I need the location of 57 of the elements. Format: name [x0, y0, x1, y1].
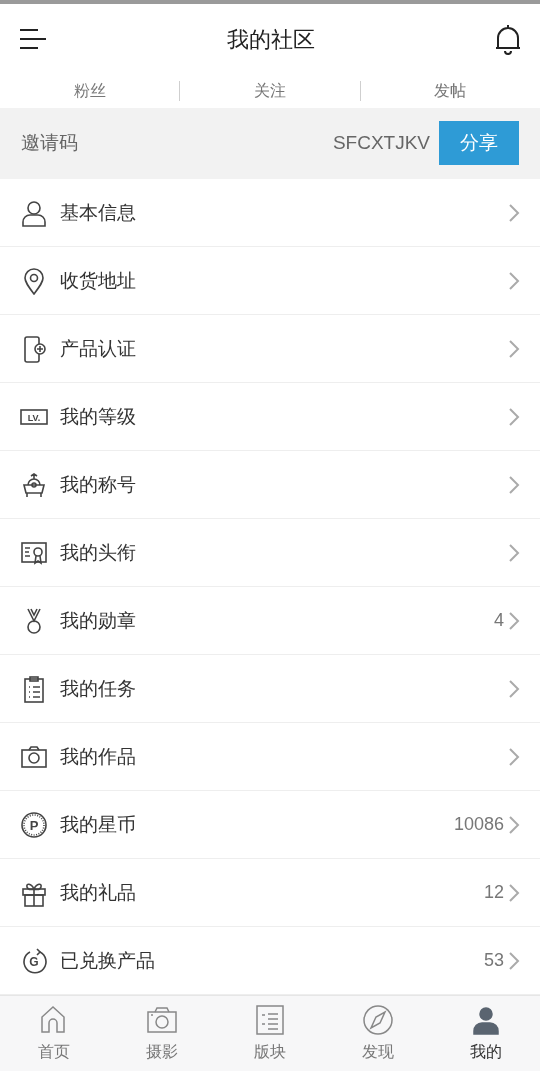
menu-item[interactable]: 我的礼品 12	[0, 859, 540, 928]
count: 10086	[453, 813, 504, 837]
chevron-right-icon	[508, 678, 520, 699]
invite-code-label: 邀请码	[21, 131, 78, 156]
chevron-right-icon	[508, 610, 520, 631]
chevron-right-icon	[508, 270, 520, 291]
nav-tab[interactable]: 首页	[0, 996, 108, 1071]
menu-label: 产品认证	[60, 336, 137, 361]
coin-icon: P	[20, 810, 48, 839]
menu-item[interactable]: 收货地址	[0, 247, 540, 316]
menu-label: 我的礼品	[60, 880, 137, 905]
menu-item[interactable]: P 我的星币 10086	[0, 791, 540, 860]
chevron-right-icon	[508, 950, 520, 971]
chevron-right-icon	[508, 746, 520, 767]
menu-label: 我的等级	[60, 404, 137, 429]
menu-label: 我的任务	[60, 676, 137, 701]
chevron-right-icon	[508, 202, 520, 223]
menu-label: 我的星币	[60, 812, 137, 837]
page-title: 我的社区	[227, 25, 315, 54]
nav-tab[interactable]: 我的	[432, 996, 540, 1071]
menu-item[interactable]: 我的勋章 4	[0, 587, 540, 656]
invite-code: SFCXTJKV	[332, 131, 430, 156]
stat-tab[interactable]: 粉丝	[73, 79, 106, 104]
menu-label: 我的头衔	[60, 540, 137, 565]
nav-tab[interactable]: 发现	[324, 996, 432, 1071]
count: 53	[483, 949, 504, 973]
menu-label: 我的作品	[60, 744, 137, 769]
chevron-right-icon	[508, 406, 520, 427]
person-icon	[20, 198, 48, 227]
menu-item[interactable]: 我的称号	[0, 451, 540, 520]
menu-item[interactable]: 我的任务	[0, 655, 540, 724]
stat-tab[interactable]: 关注	[254, 79, 286, 104]
menu-label: 我的勋章	[60, 608, 137, 633]
menu-item[interactable]: 产品认证	[0, 315, 540, 384]
nav-tab[interactable]: 版块	[216, 996, 324, 1071]
list-icon	[254, 1003, 286, 1036]
compass-icon	[362, 1003, 394, 1036]
menu-item[interactable]: LV. 我的等级	[0, 383, 540, 452]
menu-label: 基本信息	[60, 200, 137, 225]
menu-item[interactable]: 基本信息	[0, 179, 540, 248]
menu-item[interactable]: 我的作品	[0, 723, 540, 792]
count: 12	[483, 881, 504, 905]
menu-item[interactable]: 我的头衔	[0, 519, 540, 588]
bell-icon[interactable]	[494, 23, 522, 56]
chevron-right-icon	[508, 882, 520, 903]
stat-tab[interactable]: 发帖	[434, 79, 467, 104]
menu-label: 已兑换产品	[60, 948, 156, 973]
menu-label: 我的称号	[60, 472, 137, 497]
throne-icon	[20, 470, 48, 499]
menu-label: 收货地址	[60, 268, 137, 293]
chevron-right-icon	[508, 474, 520, 495]
nav-tab[interactable]: 摄影	[108, 996, 216, 1071]
menu-icon[interactable]	[18, 27, 48, 52]
count: 4	[494, 609, 504, 633]
chevron-right-icon	[508, 338, 520, 359]
chevron-right-icon	[508, 542, 520, 563]
chevron-right-icon	[508, 814, 520, 835]
